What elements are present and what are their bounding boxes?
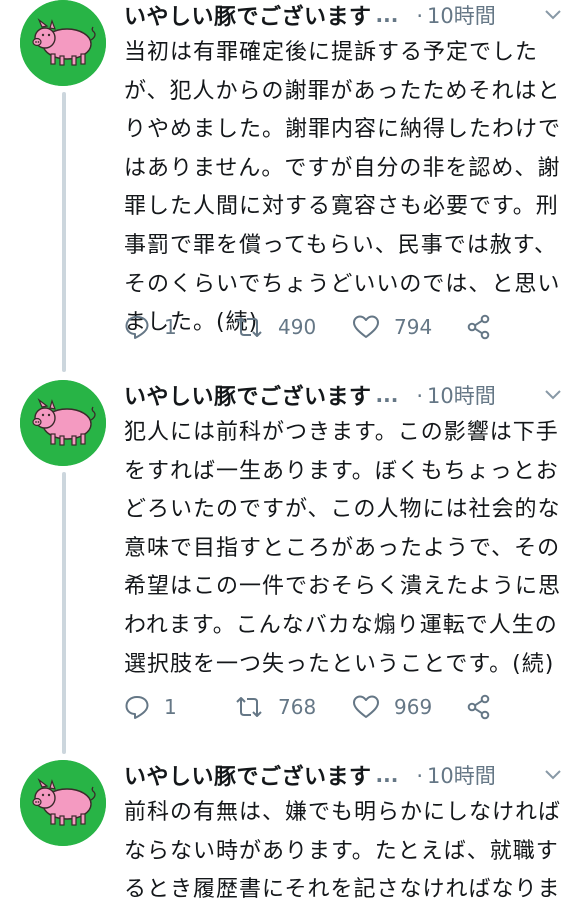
share-button[interactable] [466, 694, 492, 720]
name-truncation: ... [375, 3, 399, 27]
share-button[interactable] [466, 314, 492, 340]
reply-icon [125, 696, 149, 719]
pink-pig-avatar-icon [20, 380, 106, 466]
timestamp-text: 10時間 [427, 384, 496, 408]
retweet-button[interactable]: 490 [234, 314, 352, 340]
tweet[interactable]: いやしい豚でございます ... · 10時間 当初は有罪確定後に提訴する予定でした… [0, 0, 580, 370]
timestamp-text: 10時間 [427, 764, 496, 788]
reply-count: 1 [164, 315, 177, 339]
retweet-icon [236, 317, 262, 337]
avatar[interactable] [20, 760, 106, 846]
like-button[interactable]: 969 [352, 694, 466, 720]
separator-dot: · [416, 764, 423, 788]
tweet-text: 当初は有罪確定後に提訴する予定でしたが、犯人からの謝罪があったためそれはとりやめ… [124, 40, 562, 336]
display-name[interactable]: いやしい豚でございます [124, 0, 372, 31]
pink-pig-avatar-icon [20, 760, 106, 846]
retweet-count: 768 [278, 695, 317, 719]
like-button[interactable]: 794 [352, 314, 466, 340]
name-truncation: ... [375, 383, 399, 407]
display-name[interactable]: いやしい豚でございます [124, 379, 372, 411]
share-icon [467, 314, 490, 340]
like-count: 794 [394, 315, 433, 339]
timestamp[interactable]: · 10時間 [416, 380, 495, 410]
tweet-text: 犯人には前科がつきます。この影響は下手をすれば一生あります。ぼくもちょっとおどろ… [124, 420, 562, 677]
display-name[interactable]: いやしい豚でございます [124, 760, 372, 791]
tweet-actions: 1 768 969 [124, 690, 492, 724]
retweet-count: 490 [278, 315, 317, 339]
like-count: 969 [394, 695, 433, 719]
tweet-text: 前科の有無は、嫌でも明らかにしなければならない時があります。たとえば、就職すると… [124, 800, 562, 903]
timestamp[interactable]: · 10時間 [416, 0, 495, 30]
name-truncation: ... [375, 763, 399, 787]
chevron-down-icon[interactable] [542, 764, 564, 786]
tweet-header: いやしい豚でございます ... · 10時間 [124, 0, 564, 30]
tweet[interactable]: いやしい豚でございます ... · 10時間 前科の有無は、嫌でも明らかにしなけれ… [0, 760, 580, 914]
tweet-actions: 1 490 794 [124, 310, 492, 344]
heart-icon [353, 315, 379, 338]
reply-button[interactable]: 1 [124, 314, 234, 340]
pink-pig-avatar-icon [20, 0, 106, 86]
reply-count: 1 [164, 695, 177, 719]
chevron-down-icon[interactable] [542, 384, 564, 406]
tweet[interactable]: いやしい豚でございます ... · 10時間 犯人には前科がつきます。この影響は下… [0, 380, 580, 752]
retweet-button[interactable]: 768 [234, 694, 352, 720]
separator-dot: · [416, 384, 423, 408]
retweet-icon [236, 697, 262, 717]
timestamp[interactable]: · 10時間 [416, 760, 495, 790]
chevron-down-icon[interactable] [542, 4, 564, 26]
heart-icon [353, 695, 379, 718]
separator-dot: · [416, 4, 423, 28]
reply-button[interactable]: 1 [124, 694, 234, 720]
share-icon [467, 694, 490, 720]
avatar[interactable] [20, 0, 106, 86]
reply-icon [125, 316, 149, 339]
avatar[interactable] [20, 380, 106, 466]
tweet-header: いやしい豚でございます ... · 10時間 [124, 760, 564, 790]
tweet-header: いやしい豚でございます ... · 10時間 [124, 380, 564, 410]
timestamp-text: 10時間 [427, 4, 496, 28]
